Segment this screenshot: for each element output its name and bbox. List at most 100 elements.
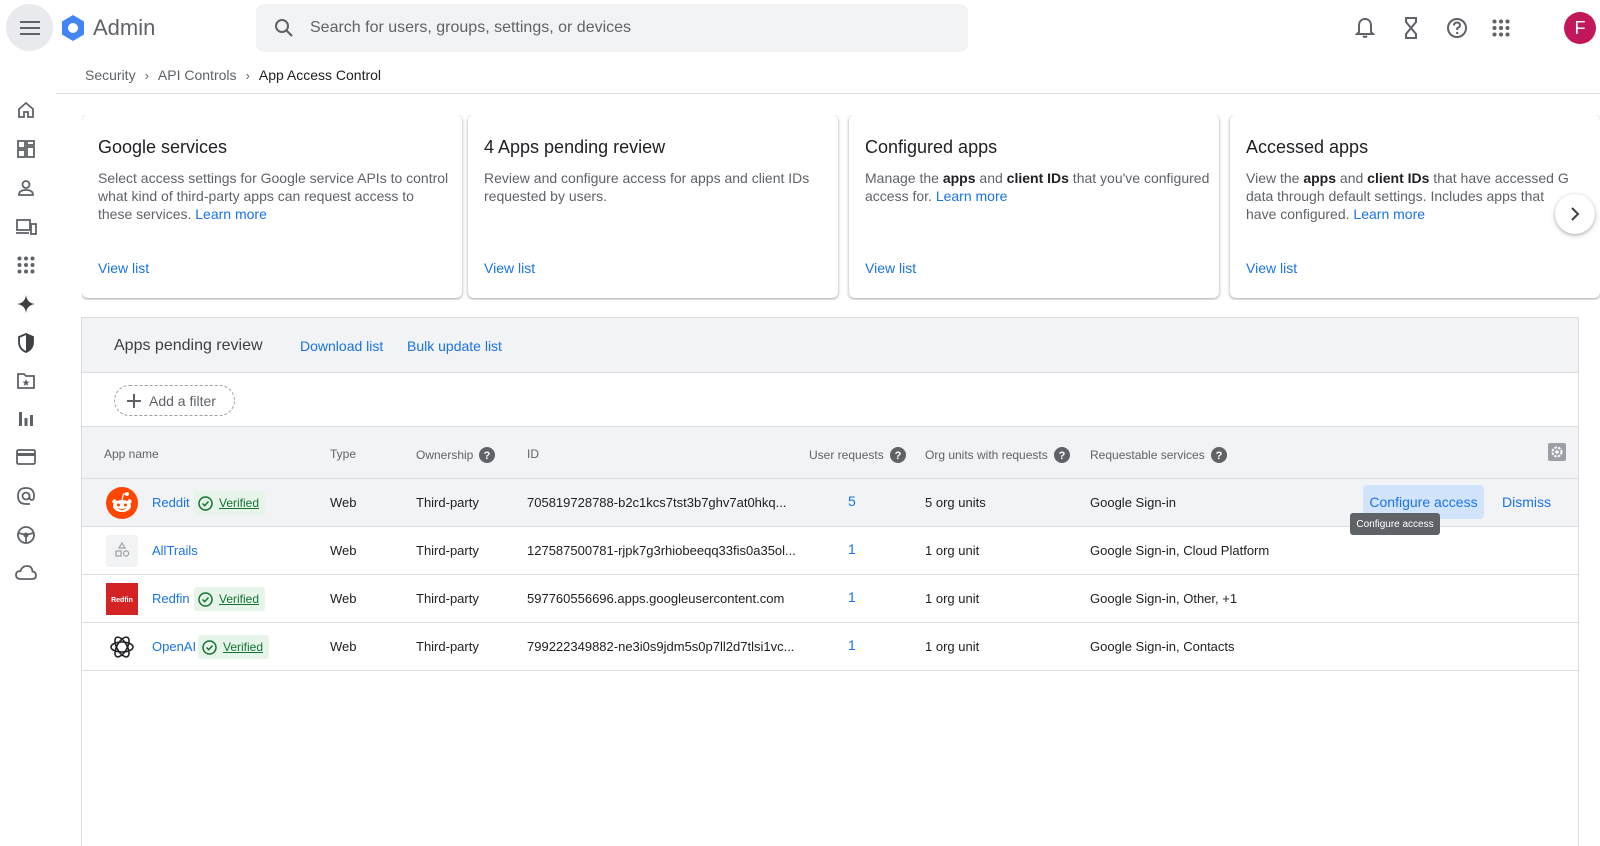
- cell-user-requests[interactable]: 1: [848, 541, 856, 557]
- apps-icon: [17, 256, 35, 274]
- devices-icon: [16, 219, 37, 235]
- col-type[interactable]: Type: [330, 447, 356, 461]
- cards-next-button[interactable]: [1555, 194, 1595, 234]
- cell-org-units: 5 org units: [925, 495, 986, 510]
- app-name-link[interactable]: Redfin: [152, 591, 190, 606]
- cell-user-requests[interactable]: 1: [848, 637, 856, 653]
- svg-text:?: ?: [1058, 450, 1065, 462]
- verified-badge[interactable]: Verified: [198, 635, 270, 659]
- cell-org-units: 1 org unit: [925, 591, 980, 606]
- search-icon: [275, 19, 293, 37]
- gemini-icon: [17, 295, 35, 313]
- home-icon: [18, 101, 34, 118]
- check-circle-icon: [202, 639, 217, 655]
- view-list-link[interactable]: View list: [1246, 260, 1297, 276]
- cell-user-requests[interactable]: 1: [848, 589, 856, 605]
- notifications-button[interactable]: [1349, 12, 1381, 44]
- help-icon[interactable]: ?: [479, 447, 496, 463]
- bell-icon: [1355, 17, 1375, 38]
- help-button[interactable]: [1441, 12, 1473, 44]
- svg-text:?: ?: [894, 450, 901, 462]
- col-id[interactable]: ID: [527, 447, 539, 461]
- app-name-link[interactable]: AllTrails: [152, 543, 198, 558]
- svg-text:?: ?: [484, 450, 491, 462]
- col-requestable-services[interactable]: Requestable services ?: [1090, 447, 1227, 463]
- nav-billing[interactable]: [14, 445, 38, 469]
- col-ownership[interactable]: Ownership ?: [416, 447, 496, 463]
- generic-app-icon: [106, 535, 138, 567]
- view-list-link[interactable]: View list: [98, 260, 149, 276]
- dismiss-button[interactable]: Dismiss: [1502, 494, 1551, 510]
- help-icon: [1447, 18, 1467, 38]
- search-bar[interactable]: [256, 4, 968, 52]
- nav-rules[interactable]: [14, 523, 38, 547]
- reddit-logo-icon: [106, 487, 138, 519]
- bulk-update-list-link[interactable]: Bulk update list: [407, 338, 502, 354]
- redfin-logo-icon: Redfin: [106, 583, 138, 615]
- breadcrumb-security[interactable]: Security: [85, 67, 136, 83]
- apps-launcher-button[interactable]: [1485, 12, 1517, 44]
- verified-badge[interactable]: Verified: [194, 491, 266, 515]
- breadcrumb-api-controls[interactable]: API Controls: [158, 67, 237, 83]
- nav-apps[interactable]: [14, 253, 38, 277]
- security-shield-icon: [18, 333, 34, 353]
- admin-logo[interactable]: Admin: [59, 14, 155, 42]
- cell-services: Google Sign-in, Other, +1: [1090, 591, 1238, 606]
- cloud-icon: [15, 565, 37, 580]
- nav-account[interactable]: [14, 484, 38, 508]
- person-icon: [18, 180, 34, 196]
- app-name-link[interactable]: Reddit: [152, 495, 190, 510]
- table-header: App name Type Ownership ? ID User reques…: [82, 427, 1578, 479]
- table-row[interactable]: Redfin Redfin Verified Web Third-party 5…: [82, 575, 1578, 623]
- configure-access-tooltip: Configure access: [1350, 513, 1440, 535]
- card-title: Configured apps: [865, 137, 998, 157]
- cell-id: 799222349882-ne3i0s9jdm5s0p7ll2d7tlsi1vc…: [527, 639, 795, 654]
- help-icon[interactable]: ?: [889, 447, 906, 463]
- col-user-requests[interactable]: User requests ?: [809, 447, 906, 463]
- verified-badge[interactable]: Verified: [194, 587, 266, 611]
- search-input[interactable]: [310, 19, 930, 37]
- header-divider: [56, 93, 1600, 94]
- help-icon[interactable]: ?: [1053, 447, 1070, 463]
- rules-icon: [17, 526, 35, 544]
- nav-storage[interactable]: [14, 561, 38, 585]
- cell-type: Web: [330, 495, 357, 510]
- filter-bar: Add a filter: [82, 373, 1578, 427]
- nav-security[interactable]: [14, 331, 38, 355]
- app-name-link[interactable]: OpenAI: [152, 639, 196, 654]
- account-avatar[interactable]: F: [1564, 12, 1596, 44]
- hourglass-icon: [1405, 17, 1417, 39]
- cell-id: 597760556696.apps.googleusercontent.com: [527, 591, 785, 606]
- view-list-link[interactable]: View list: [865, 260, 916, 276]
- tasks-button[interactable]: [1395, 12, 1427, 44]
- nav-gemini[interactable]: [14, 292, 38, 316]
- nav-devices[interactable]: [14, 215, 38, 239]
- learn-more-link[interactable]: Learn more: [936, 188, 1008, 204]
- col-app-name[interactable]: App name: [104, 447, 159, 461]
- help-icon[interactable]: ?: [1210, 447, 1227, 463]
- card-google-services: Google services Select access settings f…: [82, 115, 462, 298]
- cell-services: Google Sign-in, Contacts: [1090, 639, 1235, 654]
- reporting-chart-icon: [19, 412, 33, 426]
- col-org-units[interactable]: Org units with requests ?: [925, 447, 1070, 463]
- app-title: Admin: [93, 15, 156, 40]
- nav-reporting[interactable]: [14, 407, 38, 431]
- cell-id: 127587500781-rjpk7g3rhiobeeqq33fis0a35ol…: [527, 543, 796, 558]
- cell-user-requests[interactable]: 5: [848, 493, 856, 509]
- view-list-link[interactable]: View list: [484, 260, 535, 276]
- learn-more-link[interactable]: Learn more: [1353, 206, 1425, 222]
- learn-more-link[interactable]: Learn more: [195, 206, 267, 222]
- cell-type: Web: [330, 543, 357, 558]
- nav-home[interactable]: [14, 98, 38, 122]
- nav-dashboard[interactable]: [14, 137, 38, 161]
- add-filter-button[interactable]: Add a filter: [114, 385, 235, 416]
- check-circle-icon: [198, 591, 213, 607]
- nav-data[interactable]: [14, 369, 38, 393]
- menu-button[interactable]: [6, 4, 53, 51]
- table-settings-button[interactable]: [1547, 442, 1567, 462]
- download-list-link[interactable]: Download list: [300, 338, 383, 354]
- nav-users[interactable]: [14, 176, 38, 200]
- menu-icon: [19, 20, 40, 35]
- folder-star-icon: [17, 373, 35, 389]
- table-row[interactable]: OpenAI Verified Web Third-party 79922234…: [82, 623, 1578, 671]
